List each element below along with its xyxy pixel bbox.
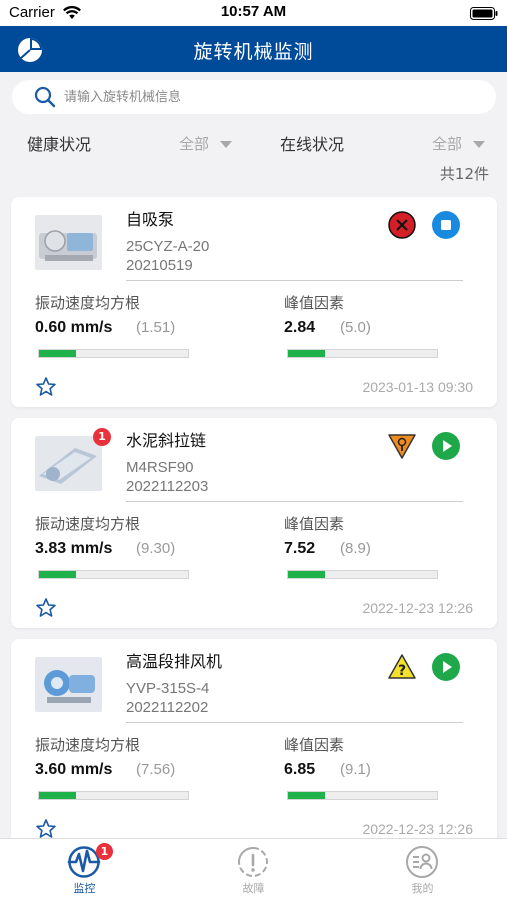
tab-label: 我的 xyxy=(411,882,434,895)
vibration-label: 振动速度均方根 xyxy=(35,736,141,754)
nav-bar: 旋转机械监测 xyxy=(0,26,507,72)
online-filter-dropdown[interactable]: 全部 xyxy=(425,128,493,156)
divider xyxy=(126,280,463,281)
online-filter-label: 在线状况 xyxy=(280,135,345,154)
peak-factor-label: 峰值因素 xyxy=(284,515,345,533)
peak-factor-value: 7.52 xyxy=(284,540,316,557)
machine-name: 水泥斜拉链 xyxy=(126,431,207,450)
vibration-reference: (1.51) xyxy=(136,319,176,336)
health-filter-label: 健康状况 xyxy=(27,135,92,154)
peak-factor-reference: (9.1) xyxy=(340,761,371,778)
svg-text:?: ? xyxy=(398,663,406,679)
tab-fault[interactable]: 故障 xyxy=(169,839,338,900)
update-time: 2023-01-13 09:30 xyxy=(362,379,473,395)
warning-triangle-icon: ? xyxy=(388,654,416,679)
machine-thumbnail xyxy=(35,657,102,712)
machine-model: 25CYZ-A-20 20210519 xyxy=(126,237,209,275)
peak-factor-progress-bar xyxy=(287,349,438,358)
peak-factor-value: 6.85 xyxy=(284,761,316,778)
machine-name: 自吸泵 xyxy=(126,210,175,229)
tab-profile[interactable]: 我的 xyxy=(338,839,507,900)
search-input[interactable] xyxy=(64,86,464,108)
star-icon[interactable] xyxy=(35,597,57,619)
status-bar: Carrier 10:57 AM xyxy=(0,0,507,26)
online-filter-value: 全部 xyxy=(432,135,463,153)
vibration-value: 0.60 mm/s xyxy=(35,319,113,336)
page-title: 旋转机械监测 xyxy=(193,41,314,63)
peak-factor-progress-fill xyxy=(288,571,326,578)
tab-label: 故障 xyxy=(242,882,265,895)
peak-factor-label: 峰值因素 xyxy=(284,736,345,754)
vibration-progress-fill xyxy=(39,571,77,578)
peak-factor-value: 2.84 xyxy=(284,319,316,336)
machine-model: YVP-315S-4 2022112202 xyxy=(126,679,209,717)
status-time: 10:57 AM xyxy=(220,3,287,20)
model-number: 25CYZ-A-20 xyxy=(126,238,210,255)
alarm-triangle-icon xyxy=(388,434,416,459)
total-count: 共12件 xyxy=(439,165,489,183)
vibration-progress-bar xyxy=(38,570,189,579)
machine-thumbnail xyxy=(35,215,102,270)
tab-bar: 1 监控 故障 我的 xyxy=(0,838,507,900)
peak-factor-reference: (5.0) xyxy=(340,319,371,336)
chevron-down-icon xyxy=(473,141,485,148)
star-icon[interactable] xyxy=(35,376,57,398)
machine-model: M4RSF90 2022112203 xyxy=(126,458,208,496)
star-icon[interactable] xyxy=(35,818,57,840)
stop-icon[interactable] xyxy=(431,210,461,240)
serial-number: 20210519 xyxy=(126,257,193,274)
vibration-reference: (7.56) xyxy=(136,761,176,778)
peak-factor-reference: (8.9) xyxy=(340,540,371,557)
notification-badge: 1 xyxy=(96,843,113,860)
fault-x-icon xyxy=(388,211,416,239)
machine-name: 高温段排风机 xyxy=(126,652,223,671)
vibration-progress-bar xyxy=(38,791,189,800)
search-icon xyxy=(34,86,56,108)
search-bar xyxy=(12,80,496,114)
vibration-reference: (9.30) xyxy=(136,540,176,557)
machine-card[interactable]: 自吸泵 25CYZ-A-20 20210519 振动速度均方根 0.60 mm/… xyxy=(11,197,497,407)
vibration-value: 3.60 mm/s xyxy=(35,761,113,778)
chevron-down-icon xyxy=(220,141,232,148)
serial-number: 2022112202 xyxy=(126,699,209,716)
peak-factor-progress-fill xyxy=(288,792,326,799)
divider xyxy=(126,722,463,723)
battery-icon xyxy=(470,7,498,20)
machine-thumbnail xyxy=(35,436,102,491)
notification-badge: 1 xyxy=(93,428,111,446)
tab-label: 监控 xyxy=(73,882,96,895)
vibration-progress-fill xyxy=(39,792,77,799)
machine-card[interactable]: 1 水泥斜拉链 M4RSF90 2022112203 振动速度均方根 3.83 … xyxy=(11,418,497,628)
model-number: YVP-315S-4 xyxy=(126,680,210,697)
update-time: 2022-12-23 12:26 xyxy=(362,600,473,616)
peak-factor-label: 峰值因素 xyxy=(284,294,345,312)
play-icon[interactable] xyxy=(431,431,461,461)
health-filter-dropdown[interactable]: 全部 xyxy=(172,128,240,156)
serial-number: 2022112203 xyxy=(126,478,209,495)
machine-card[interactable]: 高温段排风机 YVP-315S-4 2022112202 ? 振动速度均方根 3… xyxy=(11,639,497,849)
vibration-progress-fill xyxy=(39,350,77,357)
update-time: 2022-12-23 12:26 xyxy=(362,821,473,837)
vibration-value: 3.83 mm/s xyxy=(35,540,113,557)
peak-factor-progress-bar xyxy=(287,570,438,579)
vibration-label: 振动速度均方根 xyxy=(35,294,141,312)
model-number: M4RSF90 xyxy=(126,459,194,476)
divider xyxy=(126,501,463,502)
peak-factor-progress-bar xyxy=(287,791,438,800)
peak-factor-progress-fill xyxy=(288,350,326,357)
health-filter-value: 全部 xyxy=(179,135,210,153)
vibration-label: 振动速度均方根 xyxy=(35,515,141,533)
vibration-progress-bar xyxy=(38,349,189,358)
profile-icon xyxy=(406,846,438,878)
fault-alert-icon xyxy=(238,847,268,877)
play-icon[interactable] xyxy=(431,652,461,682)
tab-monitor[interactable]: 1 监控 xyxy=(0,839,169,900)
